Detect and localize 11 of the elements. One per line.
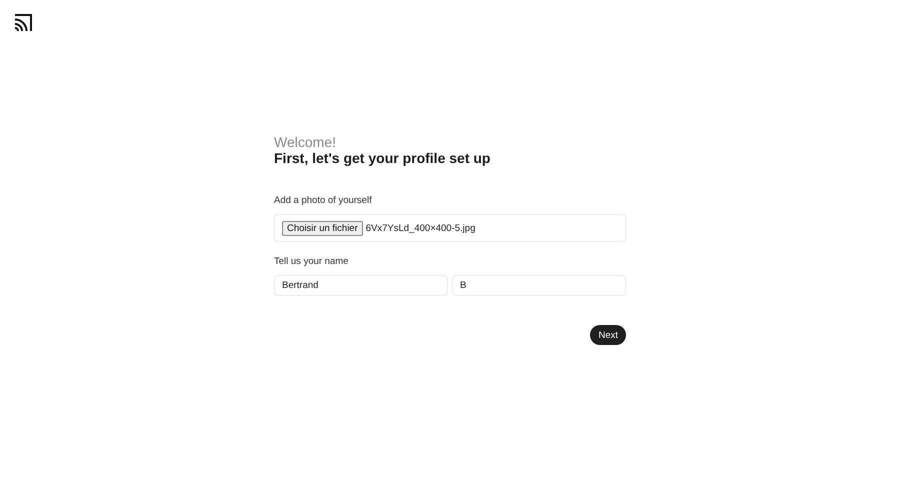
photo-label: Add a photo of yourself [274,195,373,207]
next-button[interactable]: Next [590,325,626,345]
file-field[interactable]: Choisir un fichier 6Vx7YsLd_400×400-5.jpg [274,214,626,242]
logo-icon [14,14,32,32]
choose-file-button[interactable]: Choisir un fichier [282,220,363,236]
last-name-field[interactable]: B [452,275,626,296]
name-label: Tell us your name [274,256,350,268]
first-name-field[interactable]: Bertrand [274,275,448,296]
page-heading: First, let's get your profile set up [274,150,492,166]
welcome-text: Welcome! [274,134,337,150]
file-name: 6Vx7YsLd_400×400-5.jpg [366,222,476,234]
